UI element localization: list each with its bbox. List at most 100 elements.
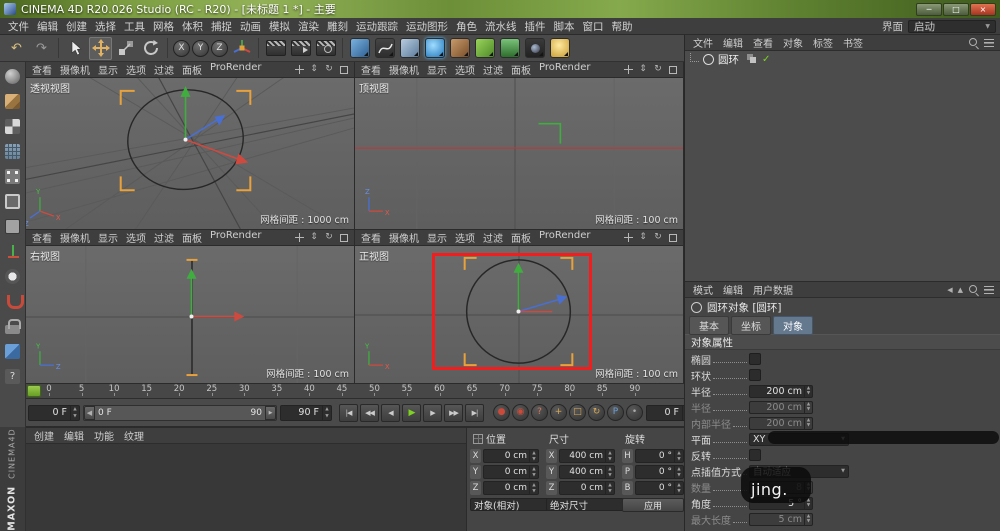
move-tool-button[interactable] — [89, 37, 112, 60]
step-down-icon[interactable]: ▼ — [71, 413, 79, 420]
coord-field-z[interactable]: 0 cm▲▼ — [483, 481, 539, 495]
step-down-icon[interactable]: ▼ — [323, 413, 331, 420]
material-menu-item[interactable]: 纹理 — [119, 428, 149, 443]
play-forward-button[interactable]: ▶ — [402, 404, 421, 422]
viewport-menu-item[interactable]: 摄像机 — [385, 62, 423, 77]
goto-end-button[interactable]: ▶| — [465, 404, 484, 422]
viewport-zoom-icon[interactable]: ⇕ — [308, 64, 320, 76]
viewport-front[interactable]: Y X 正视图 网格间距 : 100 cm — [355, 246, 684, 384]
render-picture-viewer-button[interactable] — [289, 37, 312, 60]
nav-back-icon[interactable]: ◀ — [947, 286, 952, 294]
previous-frame-button[interactable]: ◀ — [381, 404, 400, 422]
volume-builder-button[interactable] — [423, 37, 446, 60]
tab-对象[interactable]: 对象 — [773, 316, 813, 335]
viewport-maximize-icon[interactable] — [667, 232, 679, 244]
coord-field-z[interactable]: 0 cm▲▼ — [559, 481, 615, 495]
record-pla-button[interactable]: • — [626, 404, 643, 421]
menu-item[interactable]: 脚本 — [550, 19, 579, 34]
viewport-menu-item[interactable]: 过滤 — [479, 230, 507, 245]
deformer-button[interactable] — [473, 37, 496, 60]
apply-button[interactable]: 应用 — [622, 498, 684, 512]
record-position-button[interactable]: + — [550, 404, 567, 421]
object-manager-menu-item[interactable]: 标签 — [808, 35, 838, 50]
viewport-zoom-icon[interactable]: ⇕ — [637, 232, 649, 244]
object-manager-menu-item[interactable]: 编辑 — [718, 35, 748, 50]
material-menu-item[interactable]: 编辑 — [59, 428, 89, 443]
step-up-icon[interactable]: ▲ — [71, 406, 79, 413]
search-icon[interactable] — [968, 284, 979, 295]
goto-previous-key-button[interactable]: ◀◀ — [360, 404, 379, 422]
menu-item[interactable]: 选择 — [91, 19, 120, 34]
viewport-menu-item[interactable]: 选项 — [122, 230, 150, 245]
record-rotation-button[interactable]: ↻ — [588, 404, 605, 421]
coord-field-x[interactable]: 0 cm▲▼ — [483, 449, 539, 463]
end-frame-field[interactable]: 90 F ▲▼ — [280, 405, 332, 421]
object-manager-menu-item[interactable]: 书签 — [838, 35, 868, 50]
viewport-menu-item[interactable]: 选项 — [122, 62, 150, 77]
coord-field-p[interactable]: 0 °▲▼ — [635, 465, 684, 479]
timeline-playhead[interactable] — [27, 385, 41, 397]
viewport-menu-item[interactable]: 面板 — [178, 62, 206, 77]
viewport-menu-item[interactable]: 过滤 — [150, 230, 178, 245]
axis-gizmo[interactable] — [187, 269, 245, 322]
maximize-button[interactable]: □ — [943, 3, 969, 16]
viewport-pan-icon[interactable] — [622, 232, 634, 244]
model-mode-button[interactable] — [2, 90, 24, 112]
attr-field-radius-y[interactable]: 200 cm▲▼ — [749, 401, 813, 414]
viewport-menu-item[interactable]: 显示 — [423, 230, 451, 245]
material-menu-item[interactable]: 功能 — [89, 428, 119, 443]
menu-item[interactable]: 工具 — [120, 19, 149, 34]
menu-item[interactable]: 插件 — [521, 19, 550, 34]
coord-field-y[interactable]: 400 cm▲▼ — [559, 465, 615, 479]
record-parameter-button[interactable]: P — [607, 404, 624, 421]
viewport-orbit-icon[interactable]: ↻ — [652, 64, 664, 76]
workplane-lock-button[interactable] — [2, 315, 24, 337]
help-button[interactable]: ? — [2, 365, 24, 387]
tab-基本[interactable]: 基本 — [689, 316, 729, 335]
viewport-perspective[interactable]: Y X Z 透视视图 网格间距 : 1000 cm — [26, 78, 355, 230]
keyframe-selection-button[interactable]: ? — [531, 404, 548, 421]
minimize-button[interactable]: ─ — [916, 3, 942, 16]
menu-item[interactable]: 运动跟踪 — [352, 19, 402, 34]
tab-坐标[interactable]: 坐标 — [731, 316, 771, 335]
quantize-button[interactable] — [2, 340, 24, 362]
environment-button[interactable] — [498, 37, 521, 60]
viewport-menu-item[interactable]: 摄像机 — [385, 230, 423, 245]
menu-item[interactable]: 动画 — [236, 19, 265, 34]
make-editable-button[interactable] — [2, 65, 24, 87]
menu-item[interactable]: 创建 — [62, 19, 91, 34]
edges-mode-button[interactable] — [2, 190, 24, 212]
viewport-menu-item[interactable]: 选项 — [451, 230, 479, 245]
attr-field-radius[interactable]: 200 cm▲▼ — [749, 385, 813, 398]
viewport-menu-item[interactable]: 查看 — [28, 230, 56, 245]
autokeying-button[interactable]: ◉ — [512, 404, 529, 421]
axis-lock-y-button[interactable]: Y — [192, 40, 209, 57]
sculpt-brush-button[interactable] — [448, 37, 471, 60]
undo-button[interactable]: ↶ — [5, 37, 28, 60]
record-active-objects-button[interactable]: ● — [493, 404, 510, 421]
viewport-orbit-icon[interactable]: ↻ — [323, 64, 335, 76]
menu-icon[interactable] — [984, 286, 994, 294]
viewport-top[interactable]: Z X 顶视图 网格间距 : 100 cm — [355, 78, 684, 230]
coord-field-y[interactable]: 0 cm▲▼ — [483, 465, 539, 479]
viewport-menu-item[interactable]: 面板 — [178, 230, 206, 245]
viewport-orbit-icon[interactable]: ↻ — [323, 232, 335, 244]
viewport-maximize-icon[interactable] — [338, 232, 350, 244]
viewport-menu-item[interactable]: 面板 — [507, 62, 535, 77]
enable-snap-button[interactable] — [2, 290, 24, 312]
coord-field-x[interactable]: 400 cm▲▼ — [559, 449, 615, 463]
viewport-right[interactable]: Y Z 右视图 网格间距 : 100 cm — [26, 246, 355, 384]
redo-button[interactable]: ↷ — [30, 37, 53, 60]
viewport-menu-item[interactable]: 面板 — [507, 230, 535, 245]
attr-checkbox-reverse[interactable] — [749, 449, 761, 461]
object-manager-menu-item[interactable]: 对象 — [778, 35, 808, 50]
menu-item[interactable]: 编辑 — [33, 19, 62, 34]
viewport-menu-item[interactable]: ProRender — [535, 62, 594, 77]
menu-item[interactable]: 文件 — [4, 19, 33, 34]
record-scale-button[interactable]: □ — [569, 404, 586, 421]
menu-item[interactable]: 窗口 — [579, 19, 608, 34]
viewport-menu-item[interactable]: 选项 — [451, 62, 479, 77]
workplane-mode-button[interactable] — [2, 140, 24, 162]
material-list-area[interactable] — [26, 444, 466, 531]
viewport-menu-item[interactable]: 过滤 — [479, 62, 507, 77]
